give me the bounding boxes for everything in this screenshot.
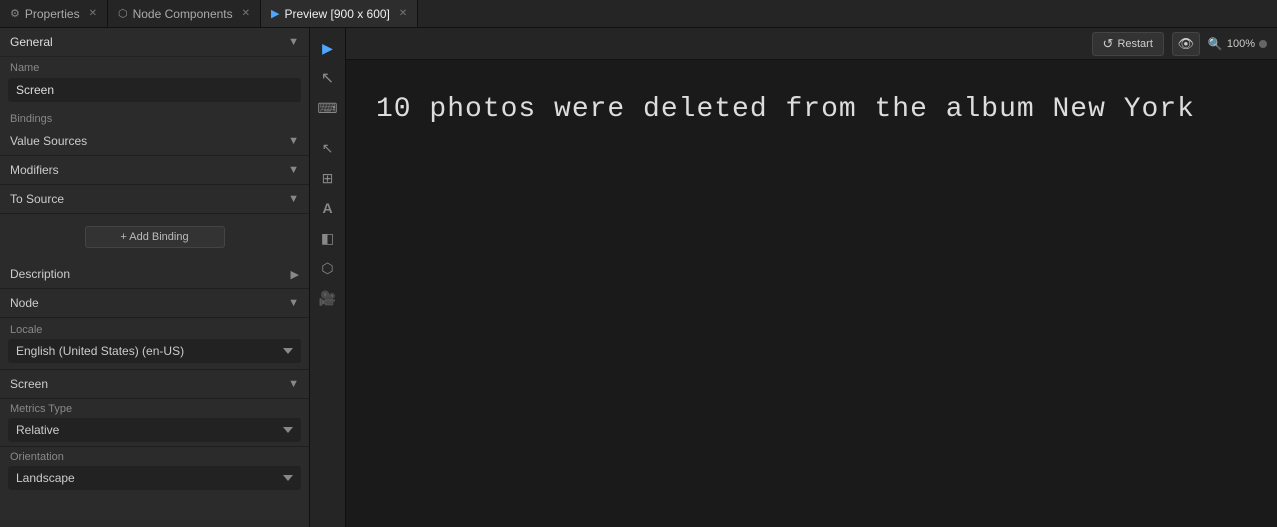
general-chevron-icon: ▼	[288, 36, 299, 48]
eye-icon: 👁	[1178, 36, 1195, 52]
general-section-title: General	[10, 35, 53, 49]
tab-properties-close[interactable]: ✕	[89, 8, 97, 19]
tab-node-components-label: Node Components	[133, 7, 233, 21]
text-icon: A	[322, 200, 332, 216]
description-label: Description	[10, 267, 70, 281]
keyboard-tool-button[interactable]: ⌨	[314, 94, 342, 122]
locale-section: Locale English (United States) (en-US)	[0, 318, 309, 370]
layers-icon: ◧	[321, 230, 334, 247]
camera-icon: 🎥	[319, 290, 336, 307]
modifiers-subsection[interactable]: Modifiers ▼	[0, 156, 309, 185]
select-tool-button[interactable]: ↖	[314, 134, 342, 162]
camera-tool-button[interactable]: 🎥	[314, 284, 342, 312]
screen-section-chevron-icon: ▼	[288, 378, 299, 390]
tab-preview-label: Preview [900 x 600]	[285, 7, 390, 21]
value-sources-subsection[interactable]: Value Sources ▼	[0, 127, 309, 156]
to-source-subsection[interactable]: To Source ▼	[0, 185, 309, 214]
table-icon: ⊞	[322, 170, 334, 187]
keyboard-icon: ⌨	[317, 100, 337, 117]
node-label: Node	[10, 296, 39, 310]
text-tool-button[interactable]: A	[314, 194, 342, 222]
restart-label: Restart	[1117, 38, 1152, 50]
description-row[interactable]: Description ▶	[0, 260, 309, 289]
restart-icon: ↺	[1103, 36, 1114, 52]
preview-tab-icon: ▶	[271, 7, 279, 20]
tab-bar: ⚙ Properties ✕ ⬡ Node Components ✕ ▶ Pre…	[0, 0, 1277, 28]
name-value: Screen	[8, 78, 301, 102]
bindings-label: Bindings	[0, 108, 309, 127]
left-panel: General ▼ Name Screen Bindings Value Sou…	[0, 28, 310, 527]
preview-area: ↺ Restart 👁 🔍 100% 10 photos were delete…	[346, 28, 1277, 527]
share-icon: ⬡	[321, 260, 333, 277]
tab-preview-close[interactable]: ✕	[399, 8, 407, 19]
layers-tool-button[interactable]: ◧	[314, 224, 342, 252]
screen-section-label: Screen	[10, 377, 48, 391]
modifiers-chevron-icon: ▼	[288, 164, 299, 176]
general-section-header[interactable]: General ▼	[0, 28, 309, 57]
preview-toolbar: ↺ Restart 👁 🔍 100%	[346, 28, 1277, 60]
play-tool-button[interactable]: ▶	[314, 34, 342, 62]
tab-node-components[interactable]: ⬡ Node Components ✕	[108, 0, 261, 27]
value-sources-label: Value Sources	[10, 134, 87, 148]
restart-button[interactable]: ↺ Restart	[1092, 32, 1164, 56]
eye-button[interactable]: 👁	[1172, 32, 1200, 56]
properties-tab-icon: ⚙	[10, 7, 20, 20]
node-components-tab-icon: ⬡	[118, 7, 128, 20]
modifiers-label: Modifiers	[10, 163, 59, 177]
tab-preview[interactable]: ▶ Preview [900 x 600] ✕	[261, 0, 418, 27]
cursor-tool-button[interactable]: ↖	[314, 64, 342, 92]
vertical-toolbar: ▶ ↖ ⌨ ↖ ⊞ A ◧ ⬡ 🎥	[310, 28, 346, 527]
tab-properties-label: Properties	[25, 7, 80, 21]
node-chevron-icon: ▼	[288, 297, 299, 309]
play-icon: ▶	[322, 40, 333, 57]
screen-section-header[interactable]: Screen ▼	[0, 370, 309, 399]
share-tool-button[interactable]: ⬡	[314, 254, 342, 282]
tab-node-components-close[interactable]: ✕	[242, 8, 250, 19]
add-binding-label: + Add Binding	[120, 231, 188, 243]
locale-select[interactable]: English (United States) (en-US)	[8, 339, 301, 363]
preview-text: 10 photos were deleted from the album Ne…	[376, 90, 1195, 129]
table-tool-button[interactable]: ⊞	[314, 164, 342, 192]
name-label: Name	[0, 57, 309, 76]
metrics-type-label: Metrics Type	[8, 403, 301, 415]
add-binding-button[interactable]: + Add Binding	[85, 226, 225, 248]
orientation-section: Orientation Landscape	[0, 447, 309, 494]
description-arrow-icon: ▶	[291, 268, 299, 281]
tab-properties[interactable]: ⚙ Properties ✕	[0, 0, 108, 27]
to-source-label: To Source	[10, 192, 64, 206]
orientation-label: Orientation	[8, 451, 301, 463]
metrics-type-section: Metrics Type Relative	[0, 399, 309, 447]
node-subsection[interactable]: Node ▼	[0, 289, 309, 318]
zoom-area: 🔍 100%	[1208, 37, 1267, 51]
main-layout: General ▼ Name Screen Bindings Value Sou…	[0, 28, 1277, 527]
zoom-circle-icon	[1259, 40, 1267, 48]
preview-content: 10 photos were deleted from the album Ne…	[346, 60, 1277, 527]
cursor-icon: ↖	[321, 68, 334, 88]
value-sources-chevron-icon: ▼	[288, 135, 299, 147]
select-icon: ↖	[322, 140, 334, 157]
orientation-select[interactable]: Landscape	[8, 466, 301, 490]
search-icon: 🔍	[1208, 37, 1223, 51]
locale-label: Locale	[8, 324, 301, 336]
to-source-chevron-icon: ▼	[288, 193, 299, 205]
zoom-value: 100%	[1227, 38, 1255, 50]
metrics-type-select[interactable]: Relative	[8, 418, 301, 442]
